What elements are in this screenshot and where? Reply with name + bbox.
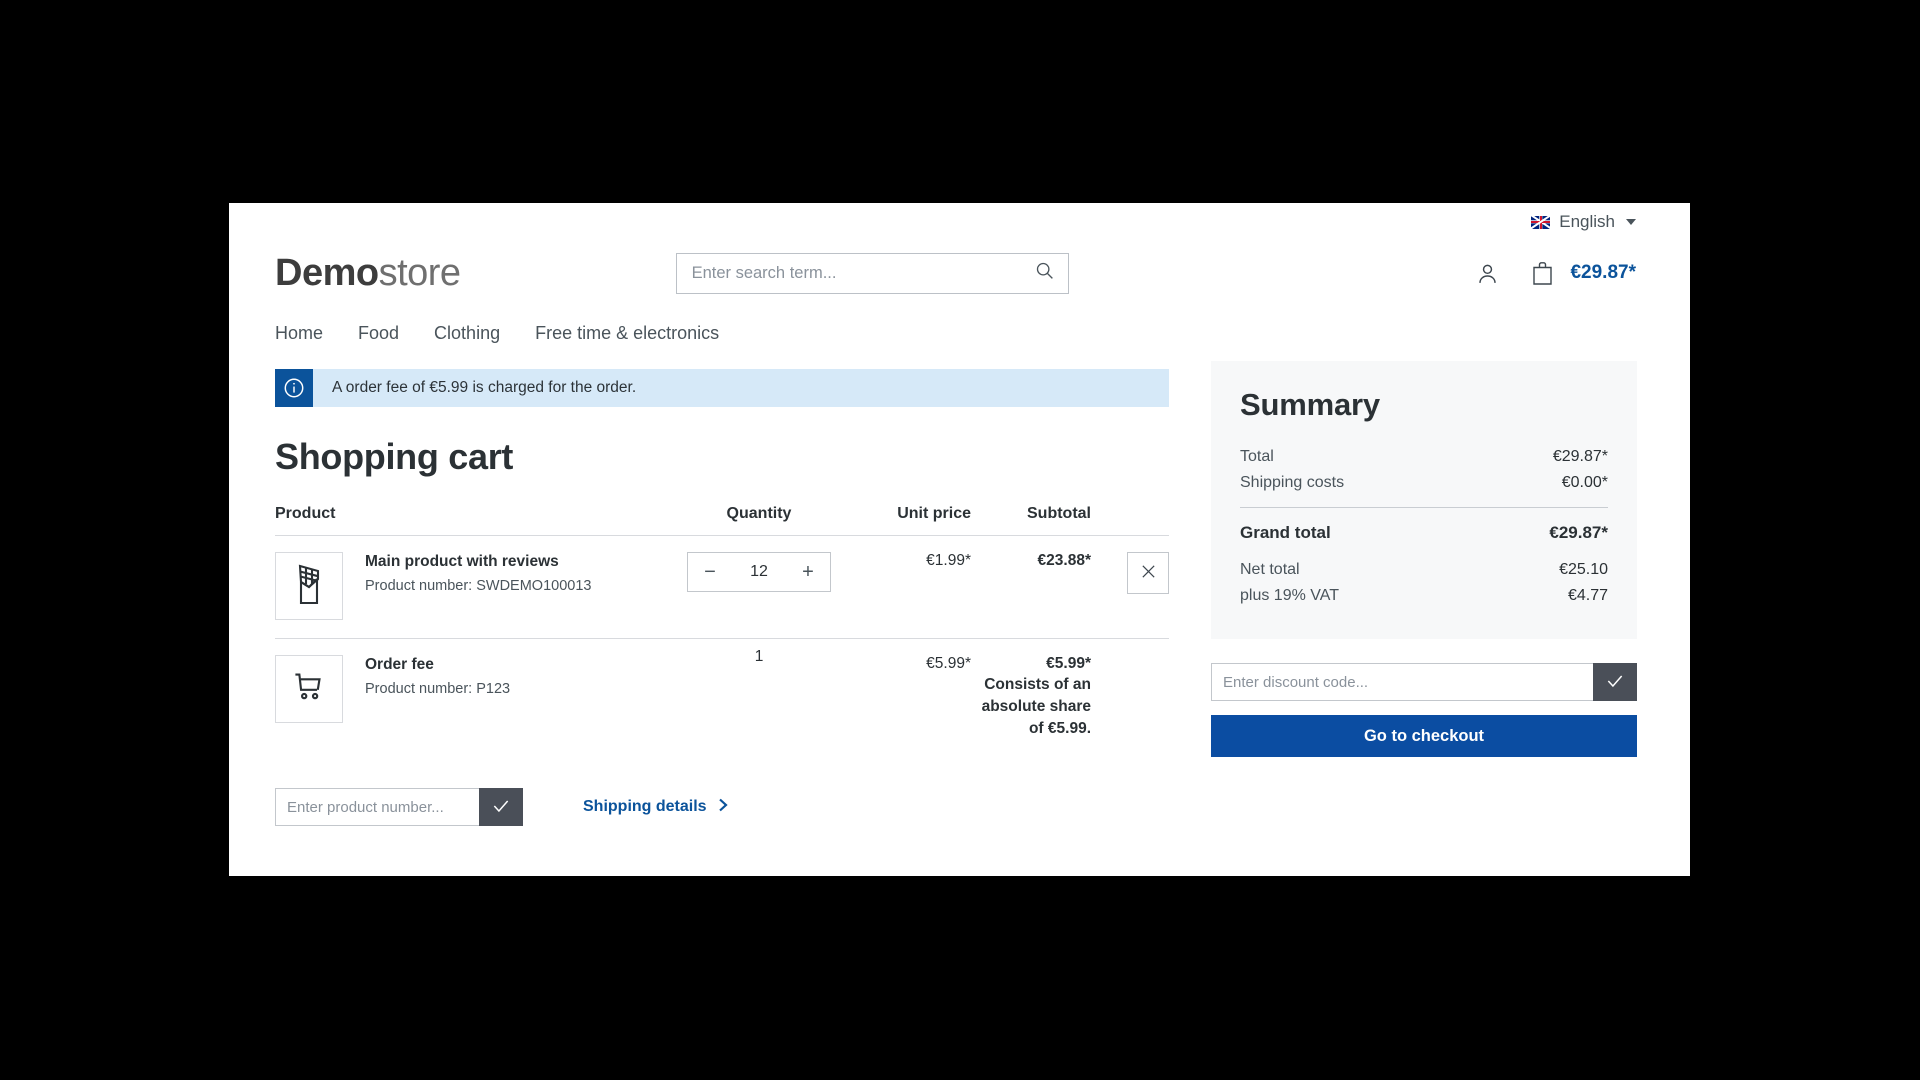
- product-thumbnail: [275, 655, 343, 723]
- cell-product: Main product with reviews Product number…: [275, 536, 675, 639]
- order-fee-alert: A order fee of €5.99 is charged for the …: [275, 369, 1169, 407]
- nav-item-home[interactable]: Home: [275, 323, 323, 344]
- cell-subtotal: €5.99* Consists of an absolute share of …: [971, 638, 1091, 758]
- summary-label: Shipping costs: [1240, 474, 1345, 491]
- check-icon: [491, 796, 511, 819]
- chevron-right-icon: [717, 797, 729, 818]
- summary-value: €29.87*: [1552, 448, 1608, 465]
- column-header-unit-price: Unit price: [843, 505, 971, 536]
- discount-section: Go to checkout: [1211, 663, 1637, 757]
- cart-column: A order fee of €5.99 is charged for the …: [275, 361, 1169, 826]
- uk-flag-icon: [1531, 215, 1551, 229]
- top-utility-bar: English: [229, 203, 1690, 241]
- search-input[interactable]: [675, 252, 1069, 294]
- column-header-product: Product: [275, 505, 675, 536]
- summary-value: €25.10: [1559, 561, 1608, 578]
- go-to-checkout-button[interactable]: Go to checkout: [1211, 715, 1637, 757]
- quantity-increase-button[interactable]: +: [786, 553, 830, 591]
- language-label: English: [1559, 212, 1615, 231]
- product-number: Product number: SWDEMO100013: [365, 577, 592, 594]
- discount-form: [1211, 663, 1637, 701]
- summary-row-net-total: Net total €25.10: [1240, 557, 1608, 583]
- cell-unit-price: €5.99*: [843, 638, 971, 758]
- column-header-subtotal: Subtotal: [971, 505, 1091, 536]
- table-row: Main product with reviews Product number…: [275, 536, 1169, 639]
- summary-label: plus 19% VAT: [1240, 587, 1340, 604]
- discount-code-input[interactable]: [1211, 663, 1593, 701]
- subtotal-amount: €5.99*: [1046, 655, 1091, 672]
- store-page: English Demostore Enter search term... €…: [229, 203, 1690, 876]
- summary-label: Total: [1240, 448, 1274, 465]
- cell-quantity: 1: [675, 638, 843, 758]
- cell-unit-price: €1.99*: [926, 552, 971, 569]
- shipping-details-link[interactable]: Shipping details: [583, 797, 729, 818]
- alert-message: A order fee of €5.99 is charged for the …: [332, 379, 637, 396]
- add-product-submit-button[interactable]: [479, 788, 523, 826]
- quantity-value: 1: [754, 648, 764, 665]
- summary-label: Grand total: [1240, 523, 1331, 542]
- cart-button[interactable]: €29.87*: [1530, 260, 1636, 286]
- apply-discount-button[interactable]: [1593, 663, 1637, 701]
- user-icon[interactable]: [1475, 261, 1500, 286]
- logo-light-text: store: [378, 252, 461, 294]
- header-actions: €29.87*: [1475, 260, 1636, 286]
- shopping-bag-icon: [1530, 260, 1555, 286]
- site-header: Demostore Enter search term... €29.87*: [229, 241, 1690, 305]
- summary-title: Summary: [1240, 387, 1380, 422]
- summary-value: €29.87*: [1549, 523, 1608, 542]
- chevron-down-icon: [1626, 219, 1636, 225]
- remove-item-button[interactable]: [1127, 552, 1169, 594]
- cart-table: Product Quantity Unit price Subtotal Mai…: [275, 505, 1169, 758]
- cell-remove: [1091, 536, 1169, 639]
- language-selector[interactable]: English: [1531, 212, 1636, 232]
- search-box: [675, 252, 1069, 294]
- summary-row-vat: plus 19% VAT €4.77: [1240, 583, 1608, 609]
- cart-table-header: Product Quantity Unit price Subtotal: [275, 505, 1169, 536]
- summary-panel: Summary Total €29.87* Shipping costs €0.…: [1211, 361, 1637, 639]
- summary-row-grand-total: Grand total €29.87*: [1240, 517, 1608, 549]
- cell-remove: [1091, 638, 1169, 758]
- check-icon: [1605, 671, 1625, 694]
- cell-subtotal: €23.88*: [1037, 552, 1091, 569]
- subtotal-note: Consists of an absolute share of €5.99.: [981, 676, 1091, 737]
- cart-bottom-actions: Shipping details: [275, 788, 1169, 826]
- info-circle-icon: [275, 369, 313, 407]
- table-row: Order fee Product number: P123 1 €5.99* …: [275, 638, 1169, 758]
- close-icon: [1140, 563, 1157, 583]
- cell-quantity: − 12 +: [675, 536, 843, 639]
- add-product-number-form: [275, 788, 523, 826]
- product-name[interactable]: Main product with reviews: [365, 552, 591, 573]
- site-logo[interactable]: Demostore: [275, 254, 461, 292]
- summary-column: Summary Total €29.87* Shipping costs €0.…: [1211, 361, 1637, 757]
- quantity-stepper: − 12 +: [687, 552, 831, 592]
- page-content: A order fee of €5.99 is charged for the …: [229, 361, 1690, 826]
- cell-product: Order fee Product number: P123: [275, 638, 675, 758]
- nav-item-food[interactable]: Food: [358, 323, 399, 344]
- product-number: Product number: P123: [365, 680, 511, 697]
- shipping-details-label: Shipping details: [583, 798, 707, 815]
- summary-value: €0.00*: [1561, 474, 1608, 491]
- summary-row-shipping: Shipping costs €0.00*: [1240, 470, 1608, 496]
- summary-divider: [1240, 507, 1608, 508]
- cart-total: €29.87*: [1570, 262, 1636, 283]
- page-title: Shopping cart: [275, 436, 514, 477]
- summary-label: Net total: [1240, 561, 1300, 578]
- summary-value: €4.77: [1567, 587, 1608, 604]
- nav-item-freetime[interactable]: Free time & electronics: [535, 323, 719, 344]
- column-header-remove: [1091, 505, 1169, 536]
- logo-bold-text: Demo: [275, 252, 379, 294]
- summary-row-total: Total €29.87*: [1240, 444, 1608, 470]
- quantity-value[interactable]: 12: [732, 563, 786, 581]
- chocolate-bar-icon: [289, 562, 329, 611]
- product-name: Order fee: [365, 656, 434, 673]
- shopping-cart-icon: [292, 670, 326, 709]
- nav-item-clothing[interactable]: Clothing: [434, 323, 500, 344]
- column-header-quantity: Quantity: [675, 505, 843, 536]
- main-navigation: Home Food Clothing Free time & electroni…: [229, 305, 1690, 361]
- product-number-input[interactable]: [275, 788, 479, 826]
- product-thumbnail[interactable]: [275, 552, 343, 620]
- quantity-decrease-button[interactable]: −: [688, 553, 732, 591]
